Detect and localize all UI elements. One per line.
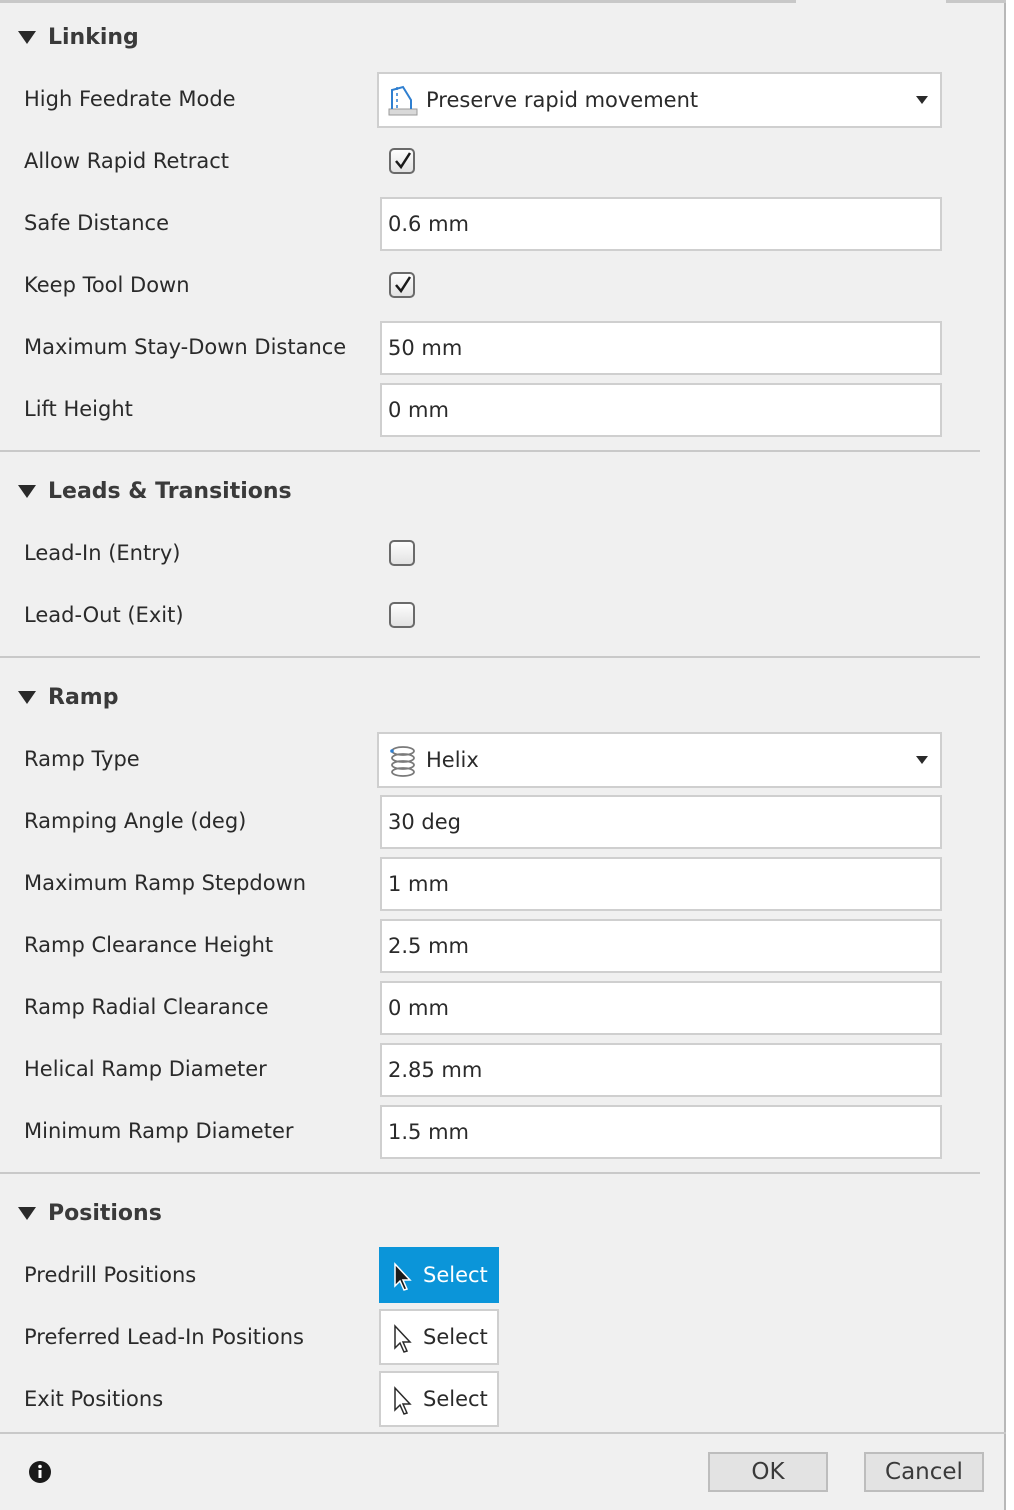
section-title: Leads & Transitions (48, 478, 292, 504)
exit-positions-label: Exit Positions (24, 1387, 164, 1411)
max-stay-down-label: Maximum Stay-Down Distance (24, 335, 347, 359)
dialog-footer: OK Cancel (0, 1432, 1006, 1510)
section-divider (0, 450, 980, 452)
row-exit-positions: Exit Positions Select (0, 1371, 980, 1427)
lead-out-label: Lead-Out (Exit) (24, 603, 184, 627)
select-label: Select (423, 1325, 488, 1349)
checkmark-icon (395, 276, 412, 294)
row-lead-in: Lead-In (Entry) (0, 525, 980, 581)
info-icon[interactable] (28, 1460, 52, 1484)
row-ramp-type: Ramp Type Helix (0, 731, 980, 788)
section-divider (0, 656, 980, 658)
row-max-stay-down: Maximum Stay-Down Distance 50 mm (0, 319, 980, 375)
high-feedrate-mode-value: Preserve rapid movement (426, 88, 699, 112)
collapse-triangle-icon (18, 30, 36, 44)
row-keep-tool-down: Keep Tool Down (0, 257, 980, 313)
rapid-movement-icon (388, 85, 418, 116)
row-ramping-angle: Ramping Angle (deg) 30 deg (0, 793, 980, 849)
section-ramp-header[interactable]: Ramp (0, 677, 980, 717)
predrill-select-button[interactable]: Select (379, 1247, 499, 1303)
ramp-type-label: Ramp Type (24, 747, 140, 771)
allow-rapid-retract-checkbox[interactable] (389, 148, 415, 174)
collapse-triangle-icon (18, 690, 36, 704)
chevron-down-icon (916, 756, 928, 764)
checkmark-icon (395, 152, 412, 170)
row-max-ramp-stepdown: Maximum Ramp Stepdown 1 mm (0, 855, 980, 911)
max-ramp-stepdown-input[interactable]: 1 mm (380, 857, 942, 911)
lift-height-input[interactable]: 0 mm (380, 383, 942, 437)
row-ramp-clearance-height: Ramp Clearance Height 2.5 mm (0, 917, 980, 973)
lead-in-checkbox[interactable] (389, 540, 415, 566)
row-ramp-radial-clearance: Ramp Radial Clearance 0 mm (0, 979, 980, 1035)
preferred-lead-in-positions-label: Preferred Lead-In Positions (24, 1325, 304, 1349)
min-ramp-diameter-label: Minimum Ramp Diameter (24, 1119, 294, 1143)
section-title: Ramp (48, 684, 119, 710)
keep-tool-down-checkbox[interactable] (389, 272, 415, 298)
section-linking-header[interactable]: Linking (0, 17, 980, 57)
toolpath-settings-panel: Linking High Feedrate Mode Preserve rapi… (0, 0, 1006, 1510)
row-lift-height: Lift Height 0 mm (0, 381, 980, 437)
lead-in-label: Lead-In (Entry) (24, 541, 181, 565)
select-label: Select (423, 1263, 488, 1287)
section-title: Positions (48, 1200, 162, 1226)
section-leads-header[interactable]: Leads & Transitions (0, 471, 980, 511)
top-edge (0, 0, 796, 3)
ramp-type-value: Helix (426, 748, 479, 772)
keep-tool-down-label: Keep Tool Down (24, 273, 190, 297)
section-title: Linking (48, 24, 139, 50)
row-min-ramp-diameter: Minimum Ramp Diameter 1.5 mm (0, 1103, 980, 1159)
section-divider (0, 1172, 980, 1174)
high-feedrate-mode-label: High Feedrate Mode (24, 87, 236, 111)
safe-distance-input[interactable]: 0.6 mm (380, 197, 942, 251)
ramping-angle-input[interactable]: 30 deg (380, 795, 942, 849)
helical-ramp-diameter-input[interactable]: 2.85 mm (380, 1043, 942, 1097)
row-predrill-positions: Predrill Positions Select (0, 1247, 980, 1303)
lift-height-label: Lift Height (24, 397, 133, 421)
row-allow-rapid-retract: Allow Rapid Retract (0, 133, 980, 189)
lead-out-checkbox[interactable] (389, 602, 415, 628)
ramp-radial-clearance-input[interactable]: 0 mm (380, 981, 942, 1035)
safe-distance-label: Safe Distance (24, 211, 170, 235)
top-edge-right (946, 0, 1006, 3)
cursor-icon (394, 1262, 412, 1291)
min-ramp-diameter-input[interactable]: 1.5 mm (380, 1105, 942, 1159)
max-ramp-stepdown-label: Maximum Ramp Stepdown (24, 871, 307, 895)
allow-rapid-retract-label: Allow Rapid Retract (24, 149, 229, 173)
ramp-clearance-height-input[interactable]: 2.5 mm (380, 919, 942, 973)
row-high-feedrate-mode: High Feedrate Mode Preserve rapid moveme… (0, 71, 980, 128)
section-positions-header[interactable]: Positions (0, 1193, 980, 1233)
ramp-clearance-height-label: Ramp Clearance Height (24, 933, 274, 957)
ok-button[interactable]: OK (708, 1452, 828, 1492)
ramp-radial-clearance-label: Ramp Radial Clearance (24, 995, 269, 1019)
select-label: Select (423, 1387, 488, 1411)
collapse-triangle-icon (18, 484, 36, 498)
collapse-triangle-icon (18, 1206, 36, 1220)
cursor-icon (394, 1386, 412, 1415)
high-feedrate-mode-dropdown[interactable]: Preserve rapid movement (377, 72, 942, 128)
preferred-lead-in-select-button[interactable]: Select (379, 1309, 499, 1365)
max-stay-down-input[interactable]: 50 mm (380, 321, 942, 375)
row-safe-distance: Safe Distance 0.6 mm (0, 195, 980, 251)
helix-icon (390, 746, 415, 777)
cancel-button[interactable]: Cancel (864, 1452, 984, 1492)
chevron-down-icon (916, 96, 928, 104)
exit-select-button[interactable]: Select (379, 1371, 499, 1427)
row-helical-ramp-diameter: Helical Ramp Diameter 2.85 mm (0, 1041, 980, 1097)
row-lead-out: Lead-Out (Exit) (0, 587, 980, 643)
helical-ramp-diameter-label: Helical Ramp Diameter (24, 1057, 267, 1081)
predrill-positions-label: Predrill Positions (24, 1263, 197, 1287)
row-preferred-lead-in-positions: Preferred Lead-In Positions Select (0, 1309, 980, 1365)
cursor-icon (394, 1324, 412, 1353)
ramp-type-dropdown[interactable]: Helix (377, 732, 942, 788)
ramping-angle-label: Ramping Angle (deg) (24, 809, 247, 833)
